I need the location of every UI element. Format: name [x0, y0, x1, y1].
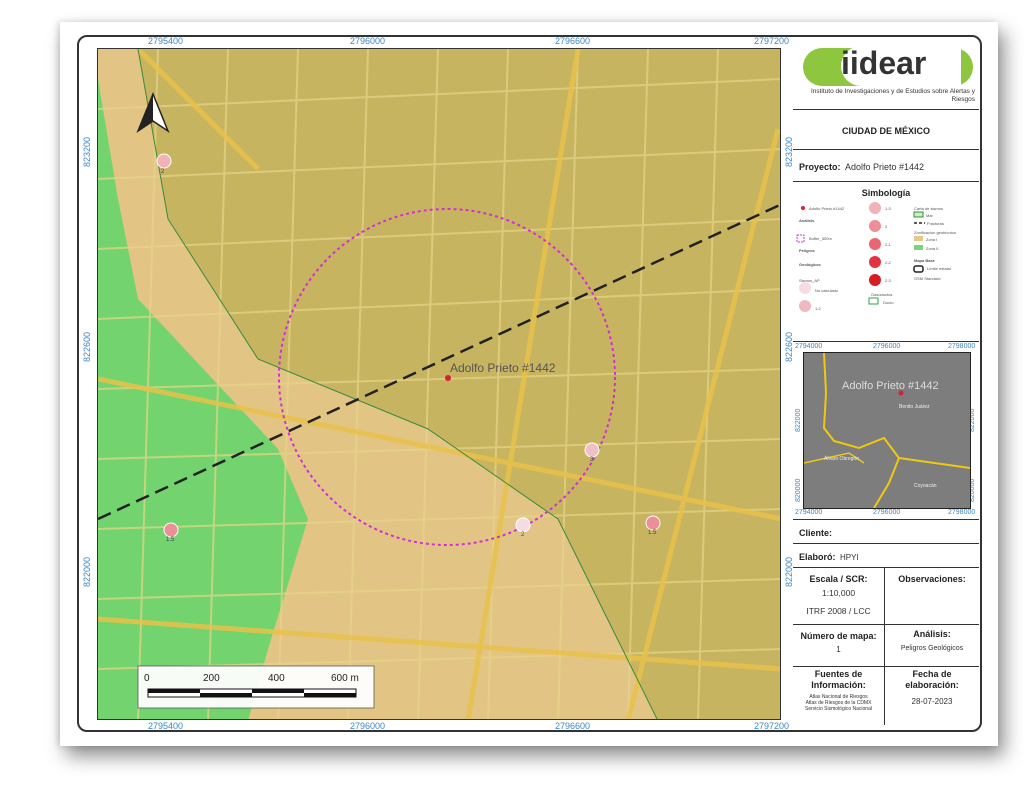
legend-item: Fracturas: [927, 221, 944, 226]
analysis-label: Análisis:: [913, 629, 951, 639]
inset-coord-bottom-3: 2798000: [948, 509, 976, 516]
inset-coord-bottom-1: 2794000: [795, 509, 823, 516]
coord-left-2: 822600: [82, 331, 92, 362]
crs-value: ITRF 2008 / LCC: [806, 606, 871, 616]
scale-tick-400: 400: [268, 673, 285, 684]
scale-tick-0: 0: [144, 673, 150, 684]
inset-place-label: Álvaro Obregón: [824, 455, 859, 462]
legend-item: 2-1: [885, 242, 891, 247]
inset-coord-left-1: 820000: [795, 478, 802, 502]
legend-item: Análisis: [799, 218, 815, 223]
info-panel: iidear Instituto de Investigaciones y de…: [793, 40, 979, 730]
seismic-marker[interactable]: [156, 153, 172, 169]
map-sheet: 2795400 2796000 2796600 2797200 2795400 …: [60, 22, 998, 746]
legend-item: Ducto: [883, 300, 894, 305]
sources-label: Fuentes de Información:: [811, 669, 866, 690]
observations-label: Observaciones:: [898, 574, 966, 584]
scale-bar: 0 200 400 600 m: [137, 665, 375, 709]
legend-item: Buffer_500m: [809, 236, 832, 241]
legend-item: Geológicos: [799, 262, 821, 267]
coord-top-1: 2795400: [148, 36, 184, 46]
coord-bottom-1: 2795400: [148, 721, 184, 731]
scale-value: 1:10,000: [821, 588, 856, 598]
map-canvas: Adolfo Prieto #1442 2 3 1.5 2 1.5 0 200 …: [98, 49, 780, 719]
institute-name: Instituto de Investigaciones y de Estudi…: [810, 88, 975, 103]
legend-graphics: [796, 202, 925, 312]
legend-item: Mapa Base: [914, 258, 935, 263]
coord-top-2: 2796000: [350, 36, 386, 46]
coord-bottom-3: 2796600: [555, 721, 591, 731]
inset-place-label: Benito Juárez: [899, 404, 930, 410]
inset-map[interactable]: Adolfo Prieto #1442 Benito Juárez Álvaro…: [803, 352, 971, 509]
legend-item: Zona II: [926, 246, 939, 251]
legend-item: 1-3: [885, 206, 891, 211]
legend-item: Carta de sismos: [914, 206, 943, 211]
site-label: Adolfo Prieto #1442: [450, 361, 556, 375]
inset-coord-top-1: 2794000: [795, 343, 823, 350]
legend-item: Límite estatal: [927, 266, 951, 271]
legend-item: Zona I: [926, 237, 938, 242]
legend-title: Simbología: [861, 188, 911, 198]
scale-obs-row: Escala / SCR: 1:10,000 ITRF 2008 / LCC O…: [793, 568, 979, 625]
coord-bottom-4: 2797200: [754, 721, 790, 731]
scale-label: Escala / SCR:: [809, 574, 868, 584]
city-title: CIUDAD DE MÉXICO: [841, 126, 930, 136]
legend-item: Peligros: [799, 248, 815, 253]
seismic-marker-label: 1.5: [648, 530, 657, 536]
inset-coord-left-2: 822000: [795, 408, 802, 432]
mapno-analysis-row: Número de mapa: 1 Análisis: Peligros Geo…: [793, 625, 979, 667]
inset-site-label: Adolfo Prieto #1442: [842, 380, 939, 392]
inset-canvas: Adolfo Prieto #1442 Benito Juárez Álvaro…: [804, 353, 970, 508]
coord-left-3: 823200: [82, 136, 92, 167]
scale-tick-600: 600 m: [331, 673, 359, 684]
site-point[interactable]: [445, 375, 451, 381]
made-by-label: Elaboró:: [799, 552, 836, 562]
coord-left-1: 822000: [82, 556, 92, 587]
legend-cell: Simbología Adolfo Prieto #1442 Análisis: [793, 182, 979, 342]
made-by-value: HPYI: [839, 553, 859, 562]
seismic-marker[interactable]: [163, 522, 179, 538]
legend-item: No calculado: [815, 288, 839, 293]
map-number-label: Número de mapa:: [800, 631, 877, 641]
analysis-value: Peligros Geológicos: [900, 645, 964, 652]
client-cell: Cliente:: [793, 520, 979, 544]
inset-place-label: Coyoacán: [914, 483, 937, 489]
project-cell: Proyecto: Adolfo Prieto #1442: [793, 150, 979, 182]
seismic-marker[interactable]: [515, 517, 531, 533]
coord-top-4: 2797200: [754, 36, 790, 46]
project-value: Adolfo Prieto #1442: [844, 162, 925, 172]
seismic-marker-label: 1.5: [166, 537, 175, 543]
client-label: Cliente:: [799, 528, 833, 538]
coord-bottom-2: 2796000: [350, 721, 386, 731]
sources-date-row: Fuentes de Información: Atlas Nacional d…: [793, 667, 979, 725]
date-label: Fecha de elaboración:: [905, 669, 959, 690]
coord-top-3: 2796600: [555, 36, 591, 46]
inset-coord-top-2: 2796000: [873, 343, 901, 350]
sources-value: Atlas Nacional de Riesgos Atlas de Riesg…: [805, 694, 872, 712]
inset-coord-bottom-2: 2796000: [873, 509, 901, 516]
project-label: Proyecto:: [799, 162, 841, 172]
logo-text: iidear: [841, 45, 927, 81]
main-map[interactable]: Adolfo Prieto #1442 2 3 1.5 2 1.5 0 200 …: [97, 48, 781, 720]
made-by-cell: Elaboró: HPYI: [793, 544, 979, 568]
legend-item: Mar: [926, 213, 933, 218]
inset-coord-top-3: 2798000: [948, 343, 976, 350]
legend-item: Sismos_AP: [799, 278, 820, 283]
city-cell: CIUDAD DE MÉXICO: [793, 110, 979, 150]
legend-item: 1-2: [815, 306, 821, 311]
legend-item: Gasoductos: [871, 292, 893, 297]
seismic-marker[interactable]: [584, 442, 600, 458]
legend-item: OSM Standard: [914, 276, 941, 281]
seismic-marker[interactable]: [645, 515, 661, 531]
inset-cell: 2794000 2796000 2798000 2794000 2796000 …: [793, 342, 979, 520]
legend-item: Zonificación geotécnica: [914, 230, 956, 235]
date-value: 28-07-2023: [911, 697, 953, 706]
legend-item: 2: [885, 224, 888, 229]
logo-cell: iidear Instituto de Investigaciones y de…: [793, 40, 979, 110]
map-number-value: 1: [836, 645, 841, 654]
scale-tick-200: 200: [203, 673, 220, 684]
legend-item: Adolfo Prieto #1442: [809, 206, 845, 211]
legend-item: 2-2: [885, 260, 891, 265]
legend-item: 2-3: [885, 278, 891, 283]
